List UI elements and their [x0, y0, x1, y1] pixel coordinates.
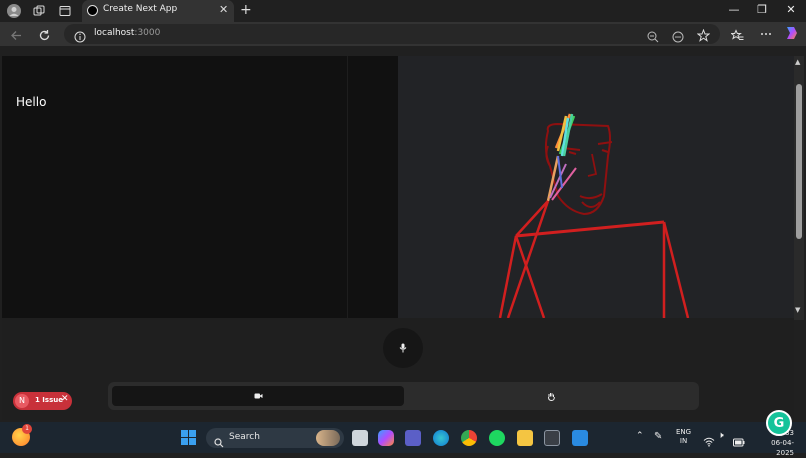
more-options-icon[interactable]	[759, 26, 773, 45]
url-host: localhost	[94, 28, 135, 38]
weather-badge: 1	[22, 424, 32, 434]
url-port: :3000	[134, 28, 161, 38]
search-label: Search	[229, 432, 260, 442]
page-scrollbar[interactable]: ▲ ▼	[794, 56, 804, 320]
show-hidden-icons-chevron-icon[interactable]: ⌃	[636, 431, 644, 441]
restore-button[interactable]: ❐	[748, 3, 776, 16]
microphone-icon	[399, 343, 407, 353]
pen-icon[interactable]: ✎	[654, 431, 662, 442]
taskbar-search[interactable]: Search	[206, 428, 344, 448]
clock-date: 06-04-2025	[771, 439, 794, 457]
navigation-bar: localhost:3000	[0, 22, 806, 46]
weather-widget-icon[interactable]: 1	[12, 424, 32, 446]
issue-count-label: 1 Issue	[35, 396, 63, 404]
task-view-icon[interactable]	[352, 430, 368, 446]
edge-browser-icon[interactable]	[433, 430, 449, 446]
search-icon	[214, 433, 224, 452]
language-region: IN	[679, 437, 688, 445]
reload-icon[interactable]	[38, 27, 51, 46]
nextjs-logo-icon	[87, 5, 98, 16]
site-info-icon[interactable]	[74, 28, 86, 47]
teams-icon[interactable]	[405, 430, 421, 446]
battery-icon[interactable]	[733, 432, 745, 451]
minimize-button[interactable]: —	[720, 3, 748, 16]
search-highlight-icon	[316, 430, 340, 446]
mode-toggle-bar	[108, 382, 699, 410]
page-content: Hello N 1 Issue ✕	[2, 56, 794, 420]
camera-icon	[254, 393, 262, 399]
pose-skeleton-drawing	[498, 113, 690, 318]
nextjs-n-icon: N	[15, 394, 29, 408]
windows-taskbar: 1 Search ⌃ ✎ ENG IN 🕨 …33 06-04-2025	[0, 422, 806, 457]
wifi-icon[interactable]	[703, 432, 715, 451]
tab-title: Create Next App	[103, 4, 178, 14]
vscode-icon[interactable]	[572, 430, 588, 446]
address-bar[interactable]: localhost:3000	[64, 24, 720, 44]
left-panel: Hello	[2, 56, 398, 318]
vertical-tabs-icon[interactable]	[57, 3, 73, 19]
hand-icon	[548, 392, 555, 401]
scroll-up-arrow-icon[interactable]: ▲	[795, 58, 800, 66]
microphone-button[interactable]	[383, 328, 423, 368]
terminal-icon[interactable]	[544, 430, 560, 446]
issue-close-icon[interactable]: ✕	[61, 394, 69, 404]
copilot-taskbar-icon[interactable]	[378, 430, 394, 446]
workspaces-icon[interactable]	[31, 3, 47, 19]
zoom-out-icon[interactable]	[647, 28, 659, 47]
scroll-down-arrow-icon[interactable]: ▼	[795, 306, 800, 314]
favorite-star-icon[interactable]	[696, 27, 711, 46]
tab-create-next-app[interactable]: Create Next App ✕	[82, 0, 234, 22]
profile-avatar-icon[interactable]	[6, 3, 22, 19]
new-tab-button[interactable]: +	[240, 2, 252, 18]
language-indicator[interactable]: ENG IN	[676, 428, 691, 446]
spotify-icon[interactable]	[489, 430, 505, 446]
windows-start-icon[interactable]	[181, 430, 196, 449]
reading-mode-icon[interactable]	[672, 28, 684, 47]
favorites-icon[interactable]	[730, 27, 744, 46]
hello-heading: Hello	[16, 95, 47, 109]
hand-mode-button[interactable]	[408, 386, 695, 406]
file-explorer-icon[interactable]	[517, 430, 533, 446]
url-text: localhost:3000	[94, 28, 160, 38]
language-code: ENG	[676, 428, 692, 436]
copilot-icon[interactable]	[784, 25, 800, 45]
nextjs-issue-badge[interactable]: N 1 Issue ✕	[13, 392, 72, 410]
tab-close-icon[interactable]: ✕	[219, 3, 228, 16]
scroll-thumb[interactable]	[796, 84, 802, 239]
title-bar: Create Next App ✕ + — ❐ ✕	[0, 0, 806, 22]
volume-muted-icon[interactable]: 🕨	[718, 431, 724, 441]
pose-canvas	[398, 56, 794, 318]
camera-mode-button[interactable]	[112, 386, 404, 406]
back-arrow-icon[interactable]	[10, 27, 23, 46]
chrome-icon[interactable]	[461, 430, 477, 446]
close-window-button[interactable]: ✕	[777, 3, 805, 16]
panel-divider	[347, 56, 348, 318]
grammarly-icon[interactable]: G	[766, 410, 792, 436]
